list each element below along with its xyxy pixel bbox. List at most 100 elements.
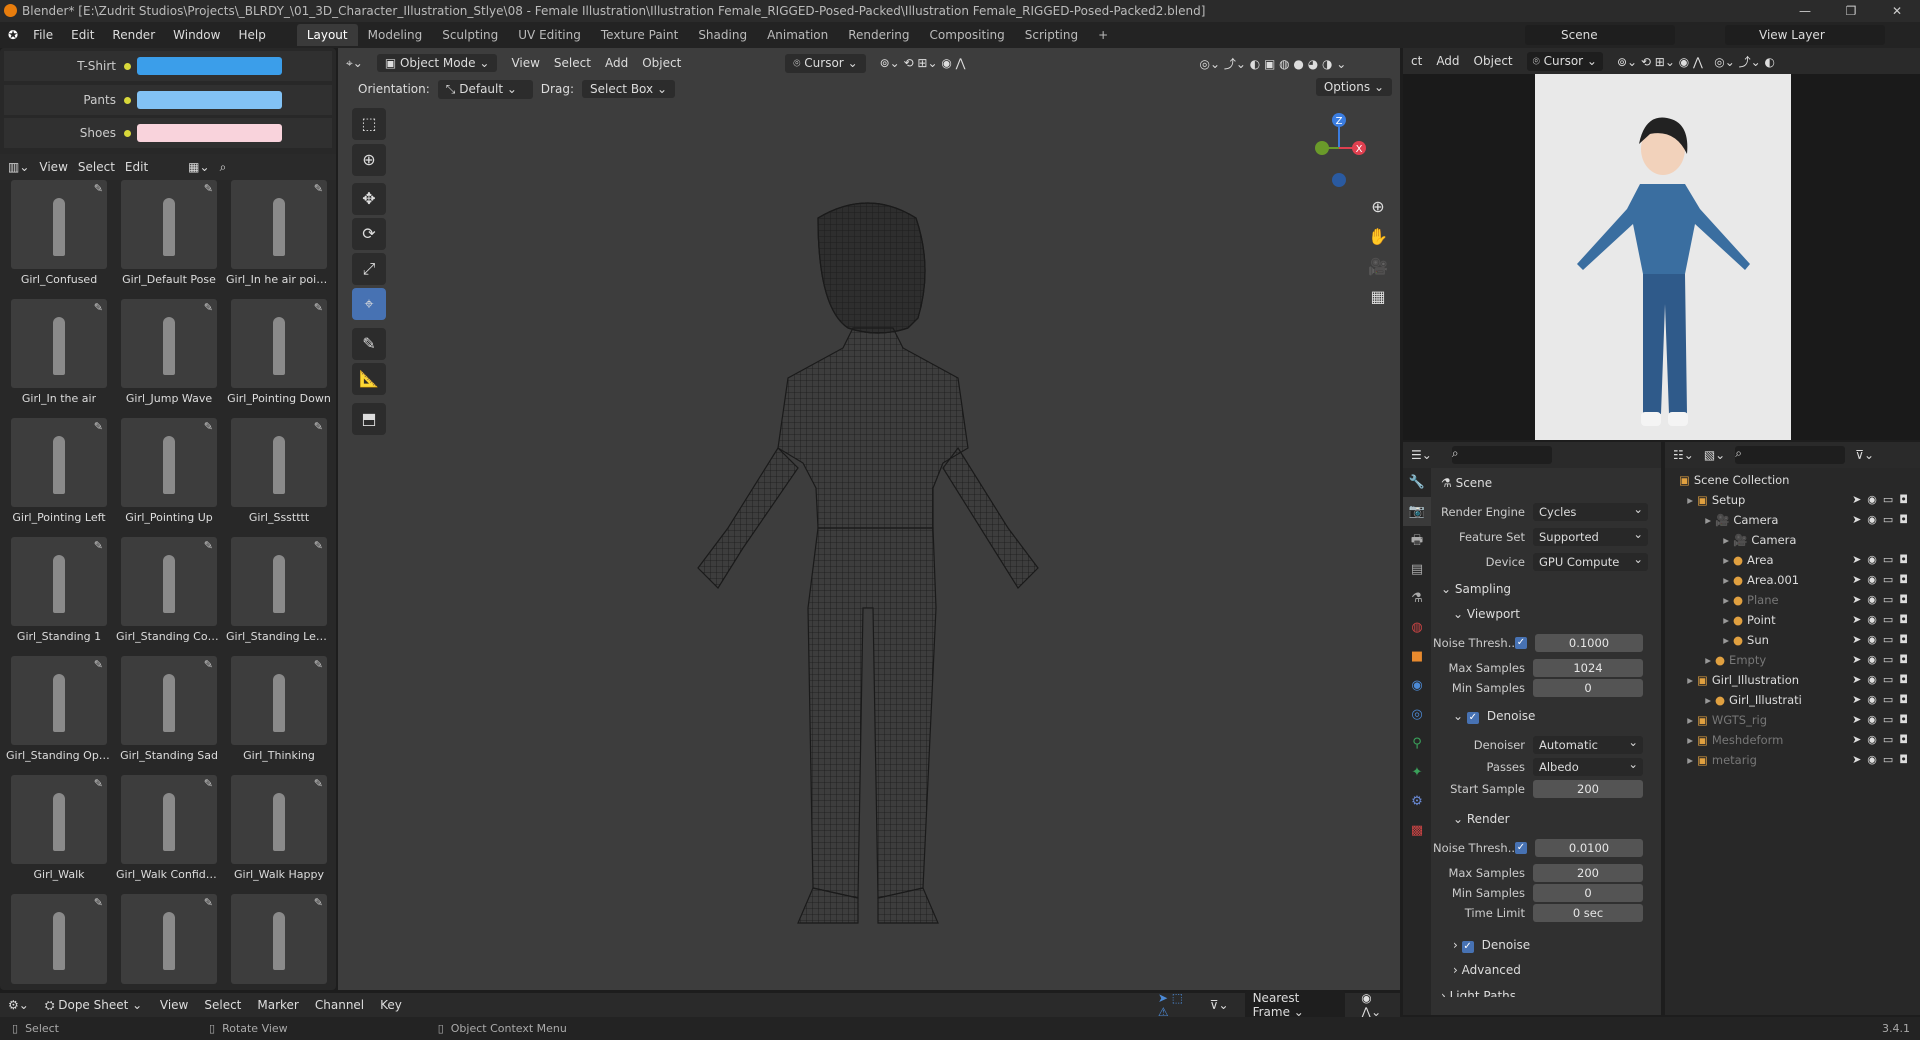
time-limit-field[interactable]: 0 sec <box>1533 904 1643 922</box>
editor-type-icon[interactable]: ⚙⌄ <box>8 998 29 1012</box>
pivot-selector[interactable]: ⌾ Cursor ⌄ <box>1527 52 1603 71</box>
shoes-color-swatch[interactable] <box>137 124 282 142</box>
edit-icon[interactable]: ✎ <box>94 301 103 314</box>
filter-icon[interactable]: ⊽⌄ <box>1210 998 1229 1012</box>
add-workspace-button[interactable]: + <box>1088 24 1118 46</box>
pose-asset-tile[interactable]: ✎Girl_Ssstttt <box>226 418 332 524</box>
device-dropdown[interactable]: GPU Compute <box>1533 553 1648 571</box>
menu-view[interactable]: View <box>39 160 67 174</box>
edit-icon[interactable]: ✎ <box>94 182 103 195</box>
physics-tab-icon[interactable]: ⚲ <box>1403 729 1431 758</box>
outliner-row[interactable]: ▸▣WGTS_rig➤◉▭◘ <box>1665 710 1920 730</box>
particles-tab-icon[interactable]: ◎ <box>1403 700 1431 729</box>
3d-viewport[interactable]: ⌖⌄ ▣ Object Mode ⌄ View Select Add Objec… <box>338 48 1400 990</box>
edit-icon[interactable]: ✎ <box>314 420 323 433</box>
menu-edit[interactable]: Edit <box>62 28 103 42</box>
editor-type-icon[interactable]: ☰⌄ <box>1411 448 1432 462</box>
modifier-tab-icon[interactable]: ◉ <box>1403 671 1431 700</box>
outliner-row[interactable]: ▸●Plane➤◉▭◘ <box>1665 590 1920 610</box>
passes-dropdown[interactable]: Albedo <box>1533 758 1643 776</box>
feature-set-dropdown[interactable]: Supported <box>1533 528 1648 546</box>
search-icon[interactable]: ⌕ <box>220 160 227 175</box>
menu-render[interactable]: Render <box>103 28 164 42</box>
ortho-grid-icon[interactable]: ▦ <box>1364 283 1392 311</box>
vp-noise-field[interactable]: 0.1000 <box>1535 634 1643 652</box>
pose-asset-tile[interactable]: ✎Girl_Walk Happy <box>226 775 332 881</box>
visibility-icons[interactable]: ➤◉▭◘ <box>1852 690 1914 710</box>
outliner-row[interactable]: ▣Scene Collection <box>1665 470 1920 490</box>
pose-asset-tile[interactable]: ✎Girl_Confused <box>6 180 112 286</box>
edit-icon[interactable]: ✎ <box>204 420 213 433</box>
snap-icons[interactable]: ⊚⌄ ⟲ ⊞⌄ ◉ ⋀ ◎⌄ ⤴⌄ ◐ <box>1617 53 1775 70</box>
vp-max-samples-field[interactable]: 1024 <box>1533 659 1643 677</box>
snap-icon[interactable]: ⊚⌄ ⟲ ⊞⌄ ◉ ⋀ <box>880 56 966 70</box>
display-mode-icon[interactable]: ☷⌄ <box>1673 448 1694 462</box>
move-tool[interactable]: ✥ <box>352 183 386 215</box>
outliner-row[interactable]: ▸▣Meshdeform➤◉▭◘ <box>1665 730 1920 750</box>
pose-asset-tile[interactable]: ✎Girl_Walk Confident <box>116 775 222 881</box>
edit-icon[interactable]: ✎ <box>314 777 323 790</box>
pose-asset-tile[interactable]: ✎Girl_Standing Ope... <box>6 656 112 762</box>
r-max-samples-field[interactable]: 200 <box>1533 864 1643 882</box>
visibility-icons[interactable]: ➤◉▭◘ <box>1852 610 1914 630</box>
view-layer-tab-icon[interactable]: ▤ <box>1403 555 1431 584</box>
tab-shading[interactable]: Shading <box>688 24 757 46</box>
pose-asset-tile[interactable]: ✎ <box>116 894 222 1000</box>
tool-tab-icon[interactable]: 🔧 <box>1403 468 1431 497</box>
view-layer-selector[interactable]: View Layer <box>1725 25 1885 45</box>
menu-object[interactable]: Object <box>1474 54 1513 68</box>
edit-icon[interactable]: ✎ <box>204 182 213 195</box>
outliner-search[interactable]: ⌕ <box>1735 446 1845 464</box>
outliner-row[interactable]: ▸●Area➤◉▭◘ <box>1665 550 1920 570</box>
editor-type-icon[interactable]: ▥⌄ <box>8 160 29 174</box>
edit-icon[interactable]: ✎ <box>94 539 103 552</box>
render-engine-dropdown[interactable]: Cycles <box>1533 503 1648 521</box>
outliner-row[interactable]: ▸●Empty➤◉▭◘ <box>1665 650 1920 670</box>
menu-window[interactable]: Window <box>164 28 229 42</box>
select-box-tool[interactable]: ⬚ <box>352 108 386 140</box>
visibility-icons[interactable]: ➤◉▭◘ <box>1852 670 1914 690</box>
tab-scripting[interactable]: Scripting <box>1015 24 1088 46</box>
menu-view[interactable]: View <box>160 998 188 1012</box>
menu-view[interactable]: View <box>511 56 539 70</box>
visibility-icons[interactable]: ➤◉▭◘ <box>1852 490 1914 510</box>
pose-asset-tile[interactable]: ✎Girl_Default Pose <box>116 180 222 286</box>
menu-marker[interactable]: Marker <box>257 998 298 1012</box>
pants-color-swatch[interactable] <box>137 91 282 109</box>
properties-tabs[interactable]: 🔧📷🖶▤⚗◍■◉◎⚲✦⚙▩ <box>1403 468 1431 1015</box>
tab-sculpting[interactable]: Sculpting <box>432 24 508 46</box>
menu-help[interactable]: Help <box>229 28 274 42</box>
edit-icon[interactable]: ✎ <box>94 658 103 671</box>
noise-threshold-checkbox[interactable]: ✓ <box>1515 842 1527 854</box>
edit-icon[interactable]: ✎ <box>314 182 323 195</box>
blender-menu-icon[interactable]: ✪ <box>8 28 18 42</box>
pose-asset-tile[interactable]: ✎Girl_Pointing Up <box>116 418 222 524</box>
transform-tool[interactable]: ⌖ <box>352 288 386 320</box>
r-noise-field[interactable]: 0.0100 <box>1535 839 1643 857</box>
pose-asset-tile[interactable]: ✎Girl_Thinking <box>226 656 332 762</box>
vp-min-samples-field[interactable]: 0 <box>1533 679 1643 697</box>
keyframe-dot-icon[interactable] <box>124 97 131 104</box>
edit-icon[interactable]: ✎ <box>204 539 213 552</box>
edit-icon[interactable]: ✎ <box>314 539 323 552</box>
outliner-row[interactable]: ▸▣Setup➤◉▭◘ <box>1665 490 1920 510</box>
denoise-checkbox[interactable]: ✓ <box>1462 941 1474 953</box>
proportional-icon[interactable]: ◉ ⋀⌄ <box>1361 991 1392 1019</box>
visibility-icons[interactable]: ➤◉▭◘ <box>1852 550 1914 570</box>
pose-asset-tile[interactable]: ✎ <box>226 894 332 1000</box>
pose-asset-tile[interactable]: ✎Girl_Standing Lea... <box>226 537 332 643</box>
shading-buttons[interactable]: ◎⌄ ⤴⌄ ◐ ▣ ◍ ● ◕ ◑ ⌄ <box>1199 55 1346 72</box>
filter-view-icon[interactable]: ▧⌄ <box>1704 448 1725 462</box>
filter-icon[interactable]: ⊽⌄ <box>1855 448 1874 462</box>
visibility-icons[interactable]: ➤◉▭◘ <box>1852 750 1914 770</box>
pan-hand-icon[interactable]: ✋ <box>1364 223 1392 251</box>
outliner-row[interactable]: ▸●Point➤◉▭◘ <box>1665 610 1920 630</box>
edit-icon[interactable]: ✎ <box>94 896 103 909</box>
tab-rendering[interactable]: Rendering <box>838 24 919 46</box>
outliner-row[interactable]: ▸●Area.001➤◉▭◘ <box>1665 570 1920 590</box>
outliner-row[interactable]: ▸●Girl_Illustrati➤◉▭◘ <box>1665 690 1920 710</box>
pose-asset-tile[interactable]: ✎Girl_In he air poin... <box>226 180 332 286</box>
outliner-row[interactable]: ▸▣metarig➤◉▭◘ <box>1665 750 1920 770</box>
add-cube-tool[interactable]: ⬒ <box>352 403 386 435</box>
display-mode-icon[interactable]: ▦⌄ <box>188 160 209 174</box>
